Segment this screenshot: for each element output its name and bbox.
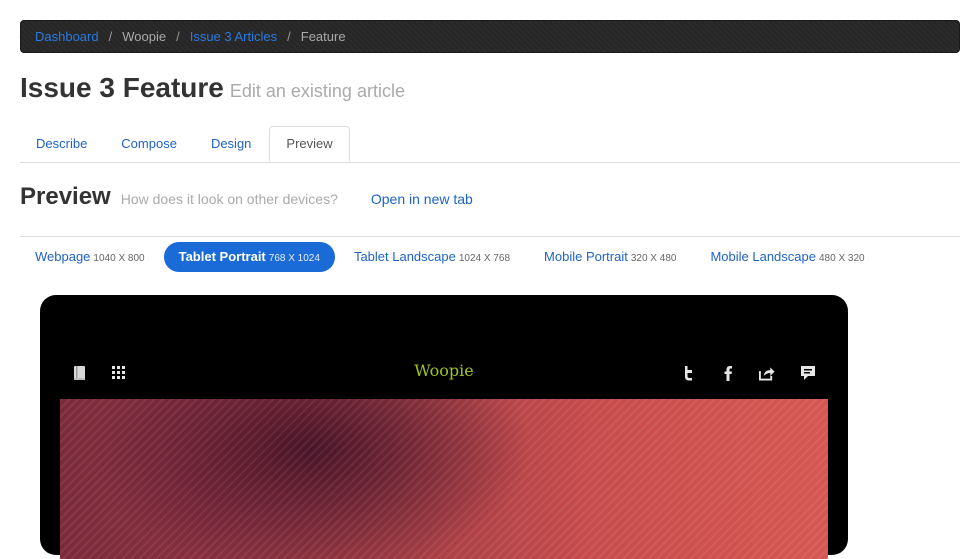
hero-image — [60, 399, 828, 559]
preview-subtitle: How does it look on other devices? — [120, 191, 338, 207]
breadcrumb-separator: / — [287, 29, 291, 44]
device-tablet-portrait[interactable]: Tablet Portrait 768 X 1024 — [163, 242, 335, 272]
tab-design[interactable]: Design — [195, 126, 267, 161]
device-selector: Webpage 1040 X 800 Tablet Portrait 768 X 1… — [20, 242, 884, 272]
device-webpage[interactable]: Webpage 1040 X 800 — [20, 242, 160, 272]
page-title: Issue 3 Feature — [20, 72, 224, 103]
device-label: Tablet Portrait — [178, 249, 266, 264]
tab-describe[interactable]: Describe — [20, 126, 103, 161]
breadcrumb-separator: / — [108, 29, 113, 44]
tab-preview[interactable]: Preview — [269, 126, 350, 162]
device-label: Mobile Landscape — [710, 249, 816, 264]
breadcrumb-feature: Feature — [300, 29, 346, 44]
twitter-icon[interactable] — [680, 365, 696, 381]
device-mobile-portrait[interactable]: Mobile Portrait 320 X 480 — [529, 242, 691, 272]
tab-compose[interactable]: Compose — [105, 126, 193, 161]
breadcrumb-woopie: Woopie — [122, 29, 167, 44]
device-dims: 320 X 480 — [630, 253, 677, 264]
device-label: Tablet Landscape — [353, 249, 456, 264]
preview-title: Preview — [20, 183, 111, 210]
breadcrumb-separator: / — [176, 29, 180, 44]
device-tablet-landscape[interactable]: Tablet Landscape 1024 X 768 — [339, 242, 525, 272]
device-dims: 480 X 320 — [818, 253, 865, 264]
device-mobile-landscape[interactable]: Mobile Landscape 480 X 320 — [695, 242, 879, 272]
breadcrumb: Dashboard / Woopie / Issue 3 Articles / … — [20, 20, 960, 53]
breadcrumb-issue-articles[interactable]: Issue 3 Articles — [190, 29, 277, 44]
breadcrumb-dashboard[interactable]: Dashboard — [35, 29, 99, 44]
app-bar: Woopie — [60, 357, 828, 389]
device-dims: 768 X 1024 — [268, 253, 320, 264]
open-in-new-tab-link[interactable]: Open in new tab — [371, 191, 473, 207]
facebook-icon[interactable] — [720, 365, 736, 381]
editor-tabs: Describe Compose Design Preview — [20, 126, 960, 163]
device-dims: 1040 X 800 — [93, 253, 145, 264]
preview-heading: Preview How does it look on other device… — [20, 183, 473, 211]
page-title-block: Issue 3 Feature Edit an existing article — [20, 72, 405, 104]
app-title: Woopie — [414, 361, 474, 380]
device-label: Mobile Portrait — [544, 249, 628, 264]
comment-icon[interactable] — [800, 365, 816, 381]
page-subtitle: Edit an existing article — [229, 81, 405, 101]
device-label: Webpage — [35, 249, 91, 264]
device-dims: 1024 X 768 — [458, 253, 511, 264]
divider — [20, 236, 960, 237]
device-preview-frame: Woopie — [40, 295, 848, 559]
share-icon[interactable] — [759, 365, 775, 381]
